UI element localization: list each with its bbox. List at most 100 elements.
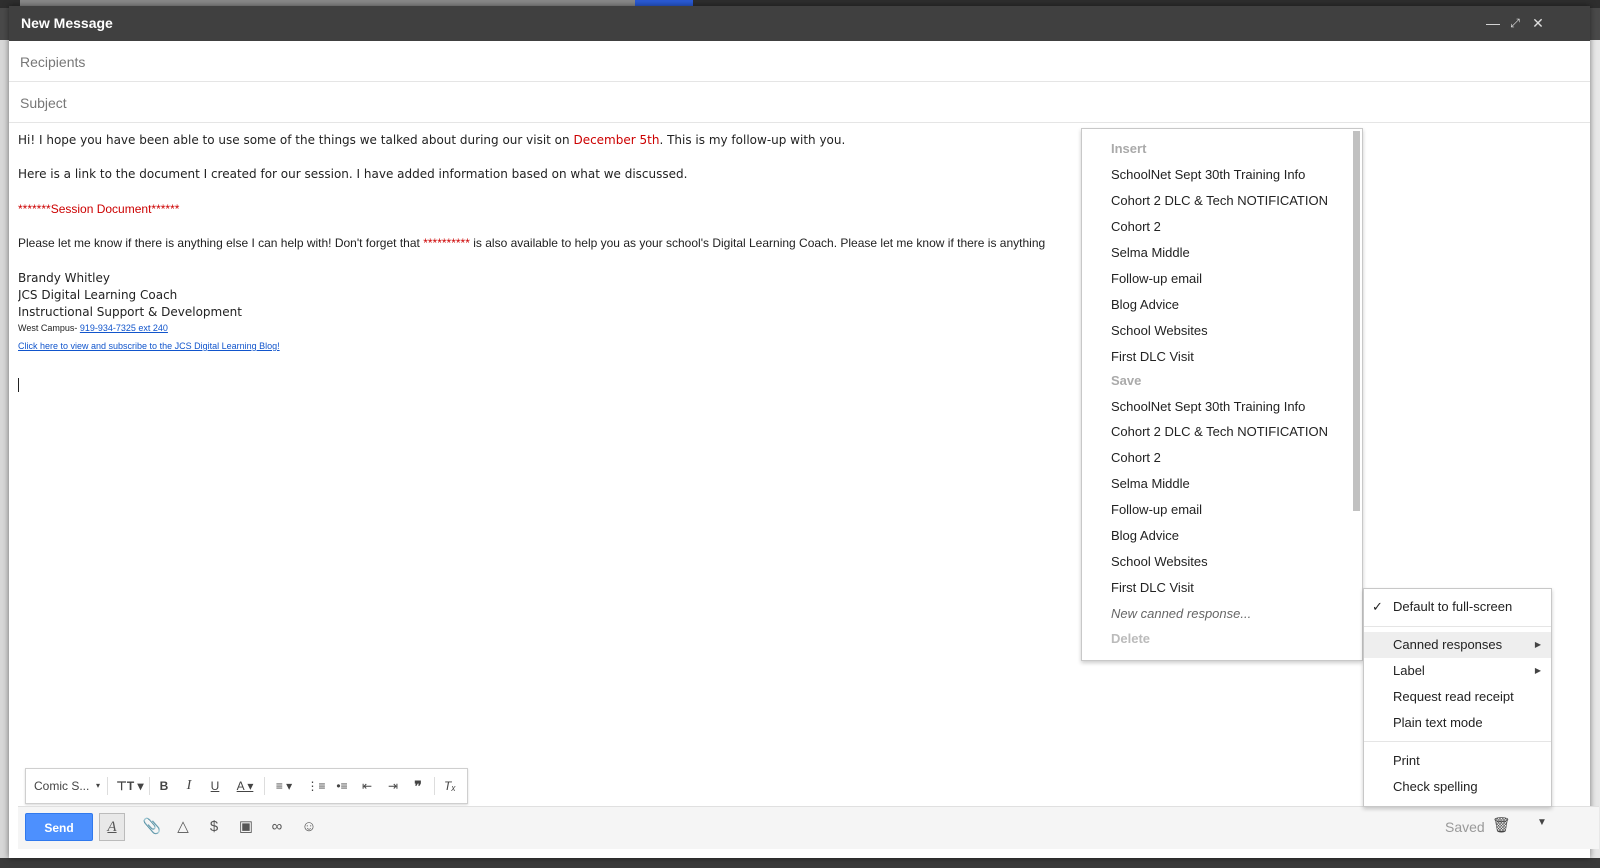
minimize-icon[interactable]: — [1484, 14, 1502, 32]
bold-icon[interactable]: B [155, 777, 173, 795]
signature-title: JCS Digital Learning Coach [18, 288, 178, 302]
signature-campus: West Campus- [18, 323, 80, 333]
compose-bottom-bar: Send A 📎 △ $ ▣ ∞ ☺ Saved 🗑 ▼ [18, 806, 1599, 849]
compose-title: New Message [21, 15, 113, 31]
save-item[interactable]: Cohort 2 [1111, 445, 1161, 471]
insert-item[interactable]: Blog Advice [1111, 292, 1179, 318]
remove-formatting-icon[interactable]: Tₓ [440, 777, 460, 795]
read-receipt-option[interactable]: Request read receipt [1364, 684, 1551, 710]
formatting-options-icon[interactable]: A [99, 813, 125, 841]
option-label: Label [1393, 663, 1425, 678]
divider [1364, 741, 1551, 742]
text-color-icon[interactable]: A ▾ [231, 777, 259, 795]
subject-row [9, 82, 1590, 123]
font-family-select[interactable]: Comic S... [34, 777, 94, 795]
canned-responses-option[interactable]: Canned responses ▶ [1364, 632, 1551, 658]
insert-item[interactable]: Cohort 2 DLC & Tech NOTIFICATION [1111, 188, 1328, 214]
session-document-link[interactable]: *******Session Document****** [18, 202, 179, 216]
indent-more-icon[interactable]: ⇥ [383, 777, 403, 795]
check-spelling-option[interactable]: Check spelling [1364, 774, 1551, 800]
signature-dept: Instructional Support & Development [18, 305, 242, 319]
option-label: Print [1393, 753, 1420, 768]
text-caret [18, 378, 19, 392]
default-fullscreen-option[interactable]: ✓ Default to full-screen [1364, 594, 1551, 620]
money-icon[interactable]: $ [202, 815, 226, 839]
insert-link-icon[interactable]: ∞ [265, 815, 289, 839]
save-item[interactable]: First DLC Visit [1111, 575, 1194, 601]
body-line-document: Here is a link to the document I created… [18, 167, 688, 181]
background-left [0, 40, 9, 868]
divider [264, 777, 265, 795]
divider [1364, 626, 1551, 627]
indent-less-icon[interactable]: ⇤ [357, 777, 377, 795]
body-redacted: ********** [423, 236, 470, 250]
submenu-arrow-icon: ▶ [1534, 640, 1541, 649]
more-options-icon[interactable]: ▼ [1537, 817, 1547, 828]
body-line-help: Please let me know if there is anything … [18, 236, 1045, 250]
save-item[interactable]: SchoolNet Sept 30th Training Info [1111, 394, 1305, 420]
background-bottom [0, 858, 1600, 868]
option-label: Default to full-screen [1393, 599, 1513, 614]
message-body[interactable]: Hi! I hope you have been able to use som… [18, 132, 1098, 392]
submenu-scrollbar[interactable] [1353, 131, 1360, 511]
insert-photo-icon[interactable]: ▣ [234, 815, 258, 839]
send-button[interactable]: Send [25, 813, 93, 841]
option-label: Canned responses [1393, 637, 1503, 652]
canned-responses-submenu: Insert SchoolNet Sept 30th Training Info… [1081, 128, 1363, 661]
save-item[interactable]: School Websites [1111, 549, 1208, 575]
recipients-row [9, 41, 1590, 82]
italic-icon[interactable]: I [180, 777, 198, 795]
align-icon[interactable]: ≡ ▾ [270, 777, 298, 795]
divider [149, 777, 150, 795]
drive-icon[interactable]: △ [171, 815, 195, 839]
print-option[interactable]: Print [1364, 748, 1551, 774]
save-item[interactable]: Cohort 2 DLC & Tech NOTIFICATION [1111, 419, 1328, 445]
close-icon[interactable]: ✕ [1529, 14, 1547, 32]
signature-blog-link[interactable]: Click here to view and subscribe to the … [18, 341, 280, 351]
trash-icon[interactable]: 🗑 [1492, 816, 1511, 834]
delete-header: Delete [1111, 631, 1151, 646]
divider [434, 777, 435, 795]
body-line-greeting: Hi! I hope you have been able to use som… [18, 133, 845, 147]
more-options-menu: ✓ Default to full-screen Canned response… [1363, 588, 1552, 807]
option-label: Check spelling [1393, 779, 1478, 794]
saved-status: Saved [1445, 819, 1485, 835]
submenu-arrow-icon: ▶ [1534, 666, 1541, 675]
subject-input[interactable] [18, 92, 1522, 114]
body-text: Hi! I hope you have been able to use som… [18, 133, 574, 147]
underline-icon[interactable]: U [206, 777, 224, 795]
numbered-list-icon[interactable]: ⋮≡ [306, 777, 326, 795]
label-option[interactable]: Label ▶ [1364, 658, 1551, 684]
exit-fullscreen-icon[interactable]: ⤢ [1506, 14, 1524, 32]
insert-item[interactable]: Selma Middle [1111, 240, 1190, 266]
plain-text-option[interactable]: Plain text mode [1364, 710, 1551, 736]
insert-item[interactable]: School Websites [1111, 318, 1208, 344]
bulleted-list-icon[interactable]: •≡ [332, 777, 352, 795]
compose-titlebar[interactable]: New Message — ⤢ ✕ [9, 6, 1590, 41]
font-size-icon[interactable]: ⊤T ▾ [116, 777, 144, 795]
save-item[interactable]: Blog Advice [1111, 523, 1179, 549]
checkmark-icon: ✓ [1372, 599, 1383, 614]
insert-item[interactable]: First DLC Visit [1111, 344, 1194, 370]
option-label: Request read receipt [1393, 689, 1514, 704]
signature-phone-link[interactable]: 919-934-7325 ext 240 [80, 323, 168, 333]
background-right [1590, 40, 1600, 868]
insert-item[interactable]: SchoolNet Sept 30th Training Info [1111, 162, 1305, 188]
new-canned-response[interactable]: New canned response... [1111, 601, 1251, 627]
insert-item[interactable]: Cohort 2 [1111, 214, 1161, 240]
formatting-toolbar: Comic S... ▾ ⊤T ▾ B I U A ▾ ≡ ▾ ⋮≡ •≡ ⇤ … [25, 768, 468, 804]
chevron-down-icon: ▾ [95, 781, 100, 790]
insert-item[interactable]: Follow-up email [1111, 266, 1202, 292]
quote-icon[interactable]: ❞ [408, 777, 428, 795]
save-item[interactable]: Follow-up email [1111, 497, 1202, 523]
divider [107, 777, 108, 795]
attach-icon[interactable]: 📎 [140, 815, 164, 839]
save-item[interactable]: Selma Middle [1111, 471, 1190, 497]
option-label: Plain text mode [1393, 715, 1483, 730]
emoji-icon[interactable]: ☺ [297, 815, 321, 839]
signature-name: Brandy Whitley [18, 271, 110, 285]
recipients-input[interactable] [18, 51, 1522, 73]
insert-header: Insert [1111, 141, 1147, 156]
body-date: December 5th [573, 133, 660, 147]
save-header: Save [1111, 373, 1142, 388]
